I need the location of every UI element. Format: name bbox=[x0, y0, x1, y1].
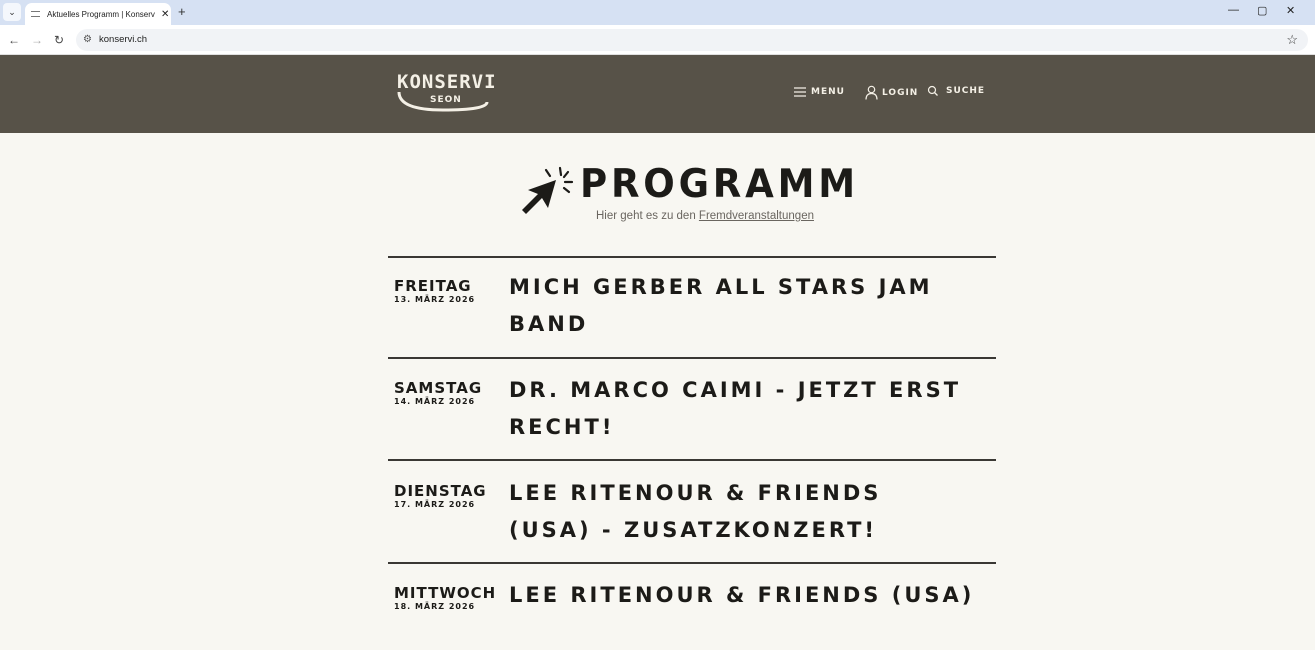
minimize-button[interactable]: — bbox=[1228, 4, 1239, 16]
close-window-button[interactable]: ✕ bbox=[1286, 4, 1295, 17]
tab-title: Aktuelles Programm | Konservi bbox=[47, 9, 155, 19]
divider bbox=[388, 562, 996, 564]
bookmark-star-icon[interactable]: ☆ bbox=[1286, 32, 1298, 48]
external-events-link[interactable]: Fremdveranstaltungen bbox=[699, 210, 814, 222]
subline: Hier geht es zu den Fremdveranstaltungen bbox=[596, 210, 814, 222]
event-title[interactable]: Dr. Marco Caimi - Jetzt erst recht! bbox=[509, 372, 979, 446]
search-button[interactable]: Suche bbox=[927, 85, 985, 97]
new-tab-button[interactable]: + bbox=[178, 4, 186, 19]
menu-button[interactable]: Menu bbox=[793, 85, 845, 99]
divider bbox=[388, 357, 996, 359]
site-info-icon[interactable]: ⚙ bbox=[83, 34, 92, 45]
login-button[interactable]: Login bbox=[865, 85, 918, 100]
event-date: 14. März 2026 bbox=[394, 397, 476, 406]
event-title[interactable]: Lee Ritenour & Friends (USA) - Zusatzkon… bbox=[509, 475, 929, 549]
page-title: PROGRAMM bbox=[580, 162, 859, 207]
address-bar: ← → ↻ ⚙ konservi.ch ☆ bbox=[0, 25, 1315, 55]
browser-tab-bar: ⌄ Aktuelles Programm | Konservi ✕ + — ▢ … bbox=[0, 0, 1315, 25]
event-date: 18. März 2026 bbox=[394, 602, 476, 611]
login-label: Login bbox=[882, 87, 919, 98]
url-box[interactable]: ⚙ konservi.ch ☆ bbox=[76, 29, 1308, 51]
url-text[interactable]: konservi.ch bbox=[99, 34, 147, 45]
maximize-button[interactable]: ▢ bbox=[1257, 4, 1267, 17]
event-day: Dienstag bbox=[394, 482, 487, 500]
reload-icon[interactable]: ↻ bbox=[54, 33, 64, 47]
tab-search-button[interactable]: ⌄ bbox=[3, 3, 21, 21]
user-icon bbox=[865, 85, 878, 100]
subline-text: Hier geht es zu den bbox=[596, 210, 699, 222]
tab-close-button[interactable]: ✕ bbox=[161, 9, 169, 20]
divider bbox=[388, 256, 996, 258]
back-icon[interactable]: ← bbox=[8, 33, 20, 47]
event-date: 17. März 2026 bbox=[394, 500, 476, 509]
site-logo[interactable]: KONSERVI SEON bbox=[397, 71, 497, 116]
search-icon bbox=[927, 85, 938, 96]
menu-label: Menu bbox=[811, 87, 845, 97]
cursor-click-icon bbox=[522, 166, 574, 214]
event-day: Mittwoch bbox=[394, 584, 497, 602]
event-title[interactable]: Mich Gerber All Stars Jam Band bbox=[509, 269, 979, 343]
search-label: Suche bbox=[946, 86, 986, 96]
logo-subtext: SEON bbox=[430, 95, 462, 105]
site-header: KONSERVI SEON Menu Login Suche bbox=[0, 55, 1315, 133]
forward-icon[interactable]: → bbox=[31, 33, 43, 47]
favicon-icon bbox=[31, 11, 40, 17]
hamburger-icon bbox=[794, 87, 806, 97]
event-date: 13. März 2026 bbox=[394, 295, 476, 304]
logo-text: KONSERVI bbox=[397, 71, 497, 93]
divider bbox=[388, 459, 996, 461]
event-day: Samstag bbox=[394, 379, 483, 397]
event-day: Freitag bbox=[394, 277, 472, 295]
browser-tab[interactable]: Aktuelles Programm | Konservi ✕ bbox=[25, 3, 171, 25]
event-title[interactable]: Lee Ritenour & Friends (USA) bbox=[509, 577, 979, 614]
